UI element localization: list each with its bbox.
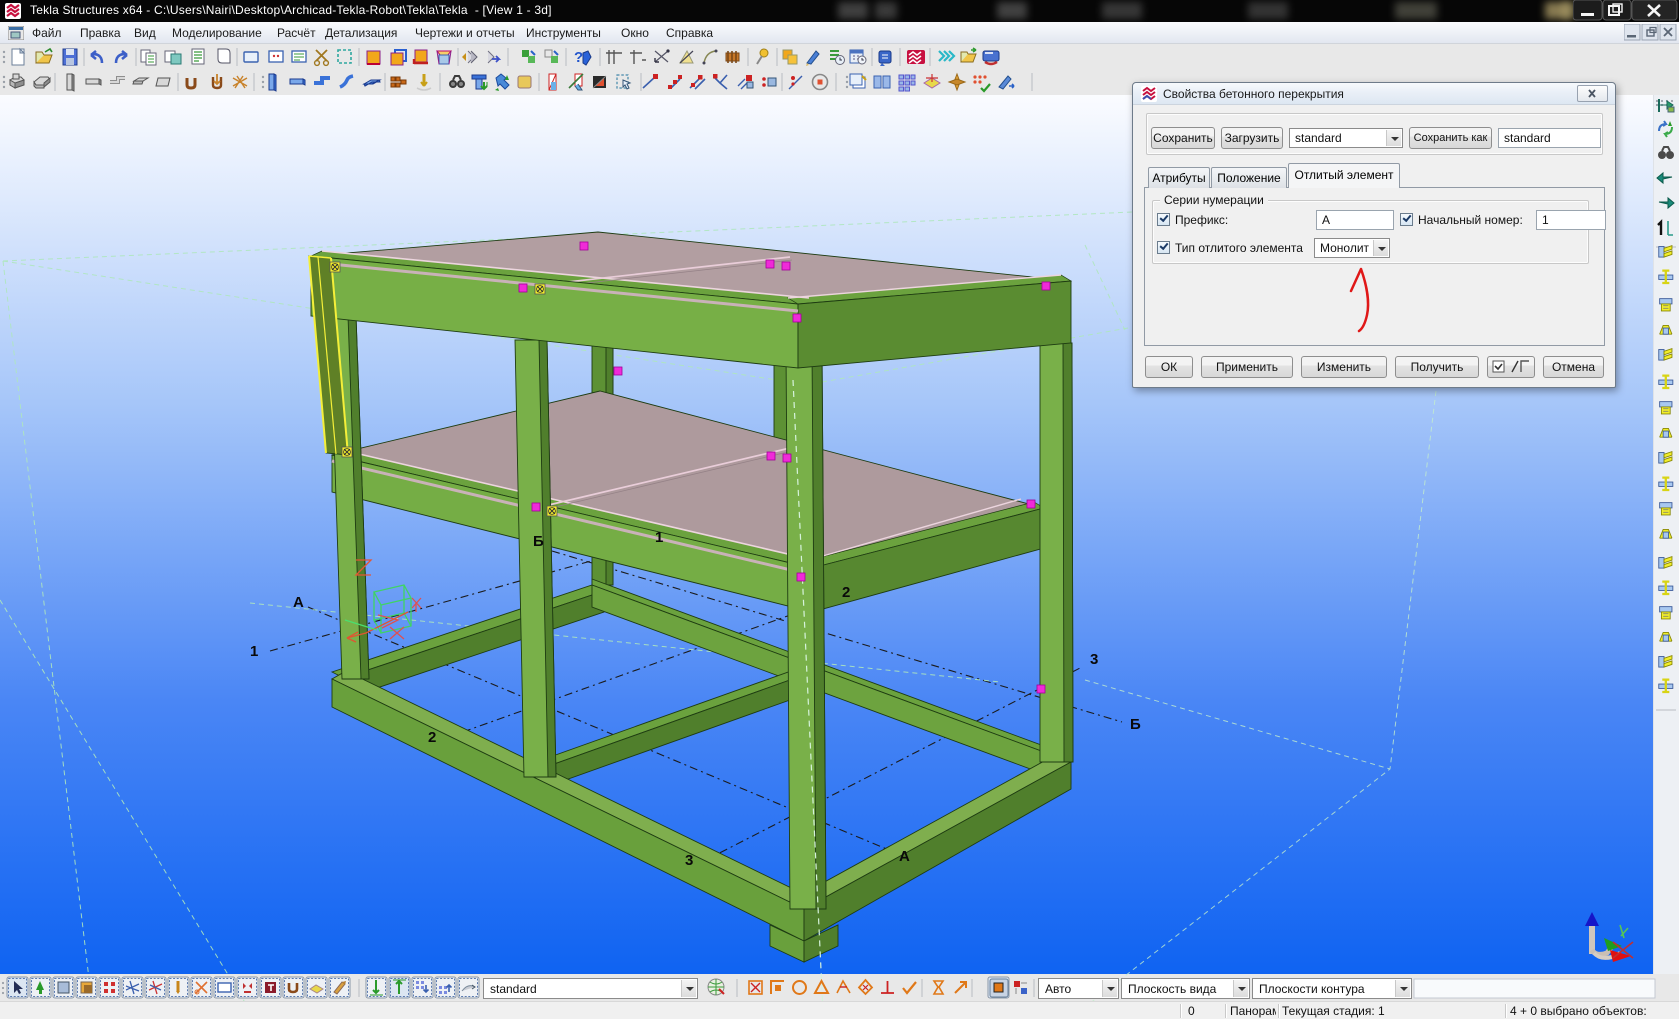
svg-text:А: А	[899, 848, 910, 865]
svg-text:1: 1	[250, 643, 258, 660]
svg-text:Б: Б	[1130, 716, 1141, 733]
svg-text:2: 2	[428, 729, 436, 746]
svg-text:Б: Б	[533, 533, 544, 550]
svg-text:2: 2	[842, 584, 850, 601]
svg-text:?: ?	[574, 49, 583, 66]
svg-text:3: 3	[1090, 651, 1098, 668]
svg-text:1: 1	[655, 529, 663, 546]
svg-text:3: 3	[685, 852, 693, 869]
svg-text:А: А	[293, 594, 304, 611]
